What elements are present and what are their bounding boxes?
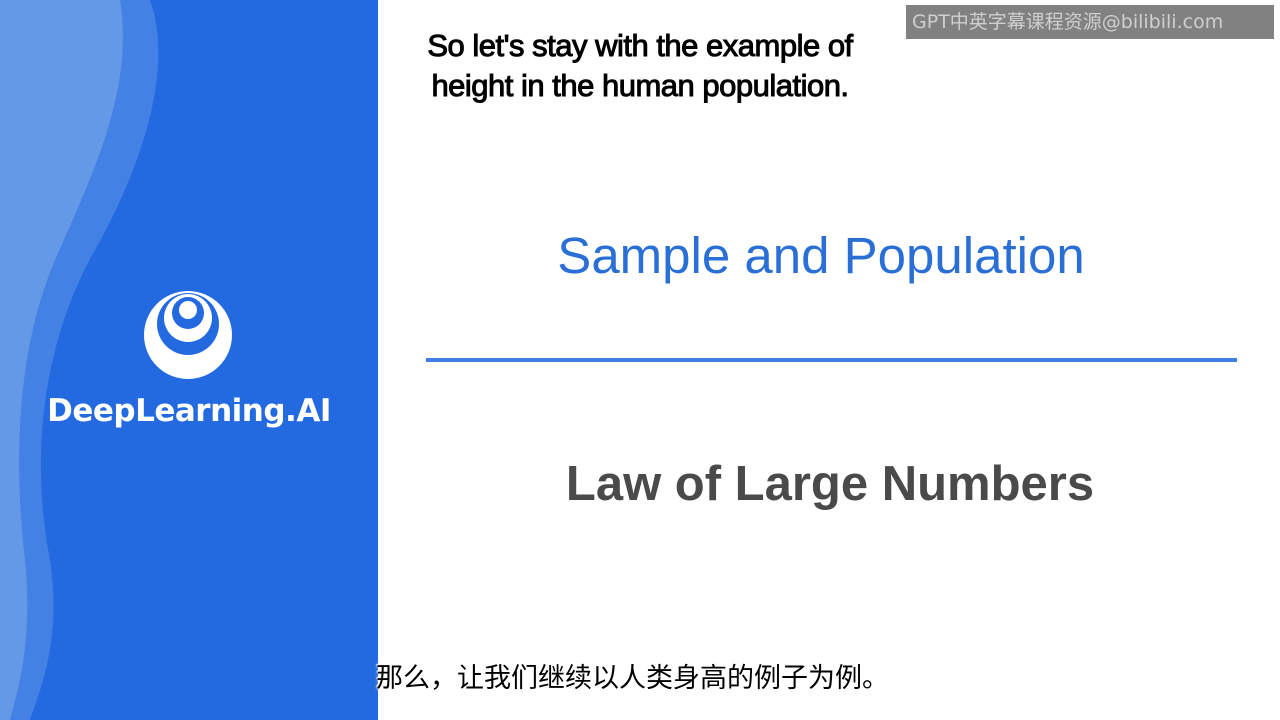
slide-title: Sample and Population xyxy=(557,227,1085,284)
title-divider xyxy=(426,358,1237,362)
english-subtitle-line-1: So let's stay with the example of xyxy=(427,28,854,64)
brand-sidebar: DeepLearning.AI xyxy=(0,0,378,720)
concentric-circles-logo-icon xyxy=(144,291,232,379)
chinese-subtitle: 那么，让我们继续以人类身高的例子为例。 xyxy=(376,663,889,694)
english-subtitle: So let's stay with the example of height… xyxy=(378,26,902,106)
watermark: GPT中英字幕课程资源@bilibili.com xyxy=(906,5,1274,39)
english-subtitle-line-2: height in the human population. xyxy=(431,68,850,104)
slide-subtitle: Law of Large Numbers xyxy=(565,457,1095,511)
brand-name: DeepLearning.AI xyxy=(47,393,331,429)
